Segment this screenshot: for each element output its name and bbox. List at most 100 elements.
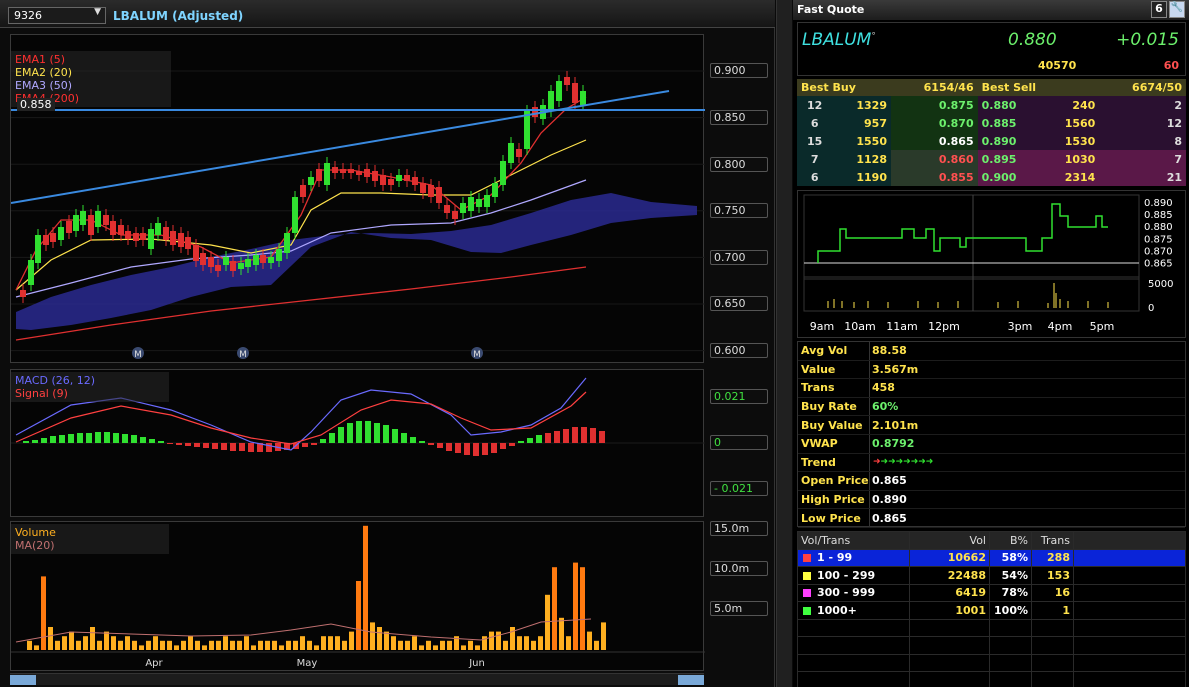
m-marker-label: M: [134, 350, 142, 360]
candle-body: [260, 255, 266, 263]
depth-cell-sp: 0.900: [977, 168, 1042, 186]
depth-row[interactable]: 6 1190 0.855 0.900 2314 21: [797, 168, 1186, 186]
volume-bar: [370, 622, 375, 650]
depth-row[interactable]: 7 1128 0.860 0.895 1030 7: [797, 150, 1186, 168]
vol-trans-header-cell[interactable]: Vol: [909, 531, 990, 550]
chevron-down-icon[interactable]: ▼: [94, 7, 101, 17]
vol-trans-header-cell[interactable]: Trans: [1031, 531, 1074, 550]
macd-hist-bar: [446, 443, 452, 451]
scroll-left-button[interactable]: [10, 675, 36, 685]
macd-hist-bar: [518, 441, 524, 443]
depth-cell-sq: 8: [1099, 132, 1186, 150]
stat-row: Value 3.567m: [798, 360, 1185, 380]
volume-bar: [97, 640, 102, 650]
range-label: 1000+: [817, 603, 857, 617]
best-buy-label: Best Buy: [797, 79, 891, 96]
candle-body: [163, 227, 169, 240]
stock-code-dropdown[interactable]: 9326 ▼: [8, 7, 106, 24]
volume-bar: [475, 645, 480, 650]
depth-row[interactable]: 6 957 0.870 0.885 1560 12: [797, 114, 1186, 132]
macd-hist-bar: [158, 441, 164, 443]
candle-body: [564, 77, 570, 85]
candle-body: [148, 229, 154, 249]
empty-cell: [797, 653, 910, 672]
wrench-icon[interactable]: 🔧: [1169, 1, 1185, 18]
stat-row: Buy Value 2.101m: [798, 416, 1185, 435]
intraday-axis-label: 0.875: [1144, 234, 1173, 245]
volume-bar: [524, 636, 529, 650]
stat-value: 0.865: [869, 509, 1185, 527]
vol-trans-header-cell[interactable]: Vol/Trans: [797, 531, 910, 550]
vol-trans-empty-row: [797, 618, 1186, 637]
volume-bar: [545, 594, 550, 650]
macd-hist-bar: [86, 433, 92, 443]
volume-bar: [447, 640, 452, 650]
candle-body: [80, 211, 86, 225]
candle-body: [238, 263, 244, 269]
vol-trans-row[interactable]: 1000+ 1001 100% 1: [797, 601, 1186, 620]
window-number-button[interactable]: 6: [1151, 1, 1167, 18]
candle-body: [208, 257, 214, 267]
vol-trans-vol: 10662: [909, 548, 990, 567]
chart-title: LBALUM (Adjusted): [113, 9, 244, 23]
vol-trans-header: Vol/Trans Vol B% Trans: [797, 531, 1186, 550]
depth-row[interactable]: 15 1550 0.865 0.890 1530 8: [797, 132, 1186, 150]
macd-hist-bar: [329, 433, 335, 443]
candle-body: [460, 203, 466, 213]
macd-hist-bar: [581, 427, 587, 443]
vol-trans-row[interactable]: 1 - 99 10662 58% 288: [797, 548, 1186, 567]
stat-row: VWAP 0.8792: [798, 434, 1185, 454]
intraday-price-frame: [803, 194, 1140, 280]
price-panel[interactable]: MMM EMA1 (5)EMA2 (20)EMA3 (50)EMA4 (200)…: [10, 34, 705, 363]
candle-body: [548, 91, 554, 111]
vertical-scrollbar[interactable]: [776, 0, 792, 687]
scroll-right-button[interactable]: [678, 675, 704, 685]
stock-mark: °: [871, 31, 876, 42]
volume-bar: [104, 631, 109, 650]
candle-body: [364, 169, 370, 177]
macd-hist-bar: [491, 443, 497, 453]
volume-bar: [125, 636, 130, 650]
candle-body: [20, 290, 26, 297]
depth-cell-bq: 6: [797, 114, 833, 132]
candle-body: [223, 257, 229, 265]
macd-hist-bar: [545, 433, 551, 443]
quote-summary: LBALUM° 0.880 +0.015 40570 60: [797, 22, 1186, 76]
macd-hist-bar: [428, 443, 434, 445]
macd-hist-bar: [374, 423, 380, 443]
volume-bar: [573, 562, 578, 650]
vol-trans-row[interactable]: 100 - 299 22488 54% 153: [797, 566, 1186, 585]
trend-arrows: ➜➜➜➜➜➜➜➜: [873, 457, 934, 468]
macd-hist-bar: [365, 421, 371, 443]
vol-trans-header-cell[interactable]: B%: [989, 531, 1032, 550]
vol-trans-row[interactable]: 300 - 999 6419 78% 16: [797, 583, 1186, 602]
vol-trans-bp: 58%: [989, 548, 1032, 567]
ichimoku-cloud: [16, 193, 697, 330]
volume-panel[interactable]: Apr May Jun Volume MA(20): [10, 521, 705, 671]
candle-body: [484, 195, 490, 207]
volume-bar: [76, 640, 81, 650]
horizontal-scrollbar[interactable]: [10, 673, 704, 685]
intraday-axis-label: 0.880: [1144, 222, 1173, 233]
range-color-swatch: [803, 606, 811, 615]
candle-body: [73, 215, 79, 231]
macd-panel[interactable]: MACD (26, 12) Signal (9): [10, 369, 705, 517]
candle-body: [170, 231, 176, 245]
depth-cell-sp: 0.895: [977, 150, 1042, 168]
axis-label: 0.750: [710, 203, 768, 218]
vol-trans-bp: 100%: [989, 601, 1032, 620]
quote-sub-value: 60: [1163, 59, 1179, 72]
macd-hist-bar: [50, 436, 56, 443]
legend-item: MA(20): [15, 539, 55, 552]
depth-row[interactable]: 12 1329 0.875 0.880 240 2: [797, 96, 1186, 114]
macd-hist-bar: [356, 421, 362, 443]
macd-hist-bar: [176, 443, 182, 445]
stat-row: Trend ➜➜➜➜➜➜➜➜: [798, 453, 1185, 473]
candle-body: [125, 231, 131, 239]
volume-bar: [342, 640, 347, 650]
depth-cell-bp: 0.870: [890, 114, 978, 132]
depth-cell-sp: 0.890: [977, 132, 1042, 150]
stat-value: 0.890: [869, 490, 1185, 509]
volume-bar: [349, 631, 354, 650]
empty-cell: [1073, 653, 1186, 672]
